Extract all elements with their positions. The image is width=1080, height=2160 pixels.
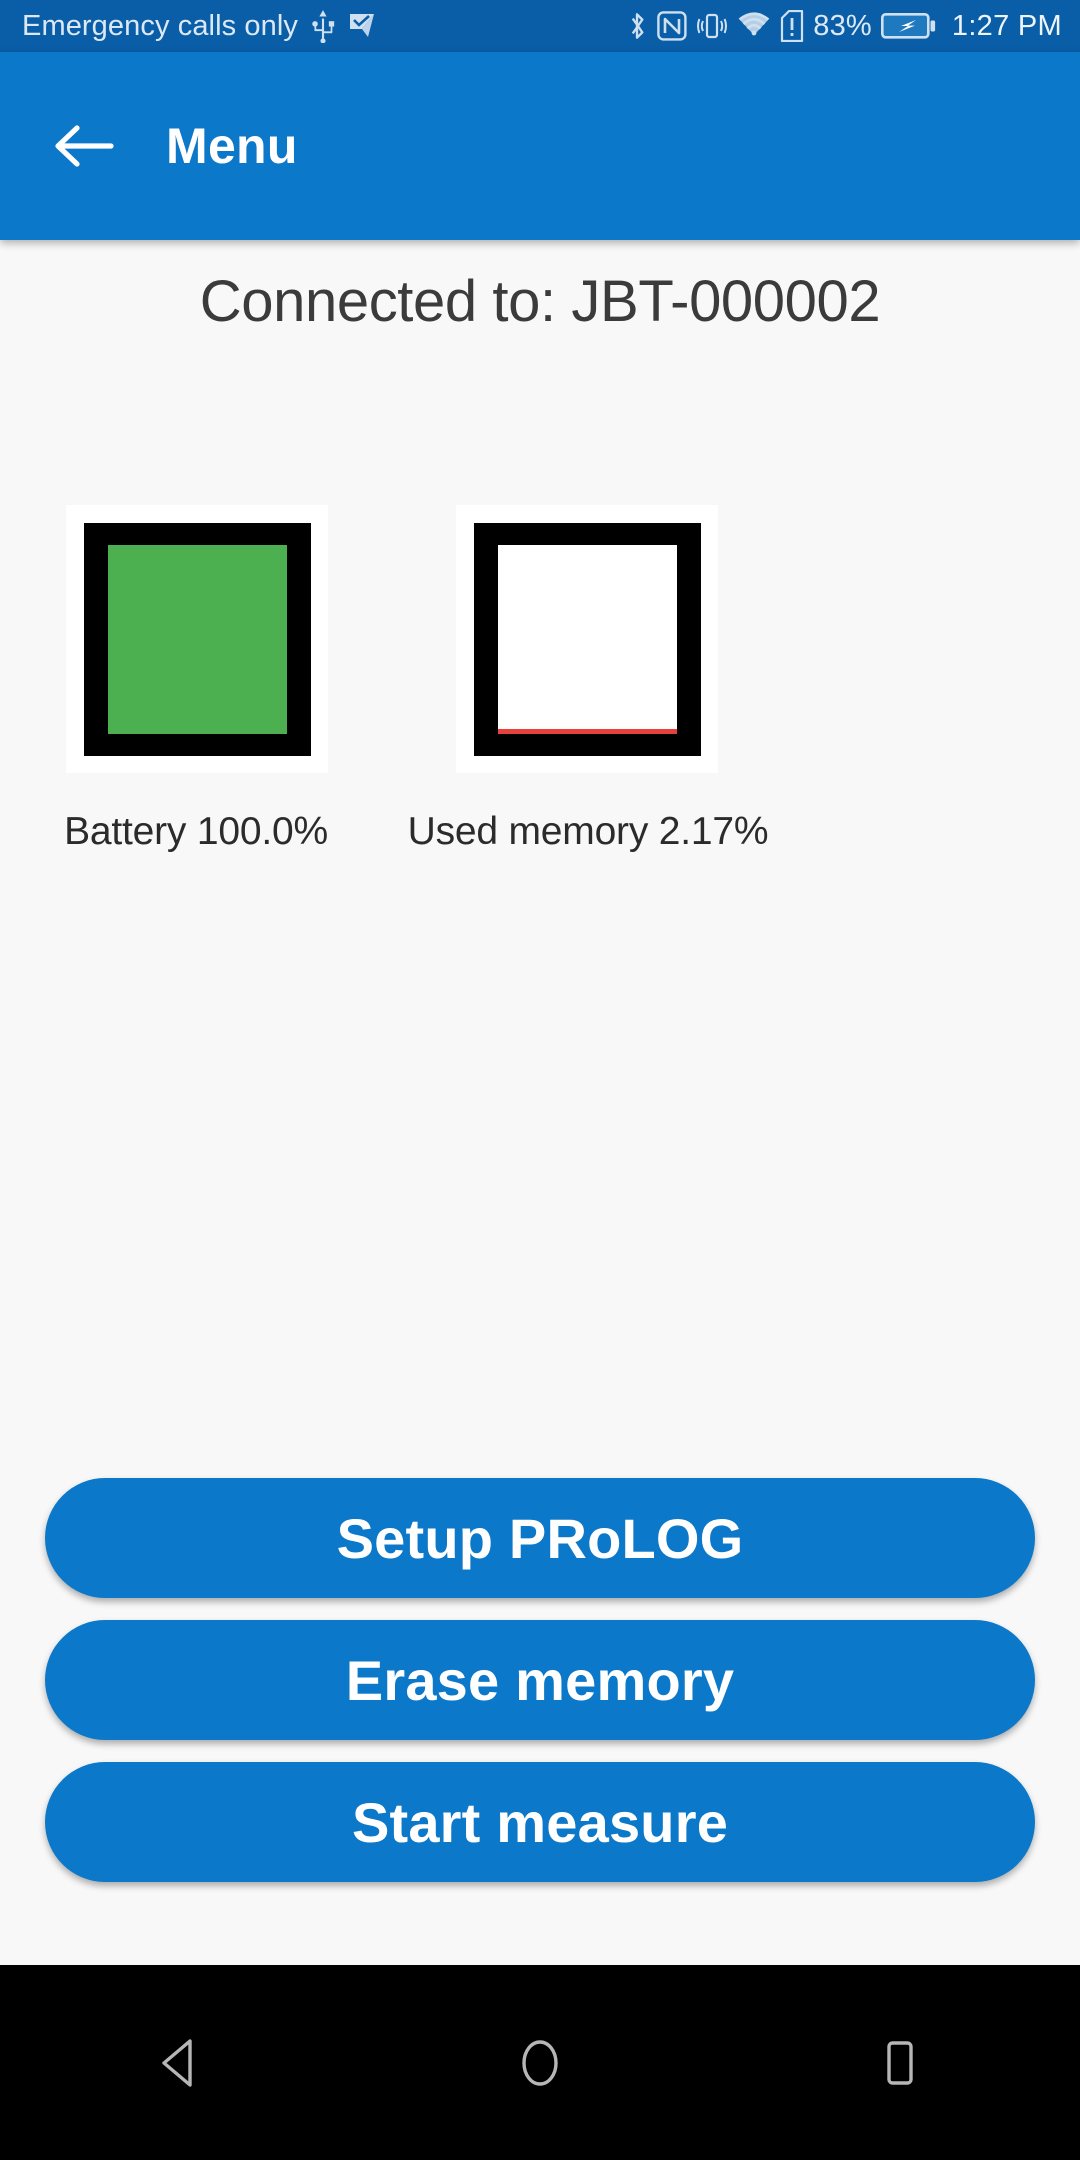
clock-label: 1:27 PM bbox=[951, 9, 1062, 42]
app-bar: Menu bbox=[0, 52, 1080, 240]
battery-percent-label: 83% bbox=[813, 9, 872, 42]
phone-screen: Emergency calls only 83% 1:27 PM Menu Co… bbox=[0, 0, 1080, 2160]
sim-alert-icon bbox=[781, 10, 804, 42]
usb-icon bbox=[312, 10, 335, 43]
memory-gauge-frame bbox=[473, 522, 701, 756]
arrow-left-icon bbox=[55, 125, 114, 167]
battery-gauge-frame bbox=[83, 522, 311, 756]
android-nav-bar bbox=[0, 1965, 1080, 2160]
battery-gauge-track bbox=[107, 544, 287, 734]
connection-status-label: Connected to: JBT-000002 bbox=[199, 269, 881, 334]
nav-home-icon bbox=[522, 2039, 558, 2086]
bluetooth-icon bbox=[632, 13, 644, 39]
memory-gauge bbox=[456, 505, 718, 773]
wifi-icon bbox=[738, 12, 770, 36]
nav-back-icon bbox=[162, 2038, 192, 2087]
memory-gauge-fill bbox=[497, 729, 677, 734]
setup-prolog-button[interactable]: Setup PRoLOG bbox=[45, 1478, 1035, 1598]
memory-gauge-label: Used memory 2.17% bbox=[407, 810, 769, 853]
status-bar-left: Emergency calls only bbox=[0, 9, 376, 43]
start-measure-button[interactable]: Start measure bbox=[45, 1762, 1035, 1882]
erase-memory-button[interactable]: Erase memory bbox=[45, 1620, 1035, 1740]
nav-recents-button[interactable] bbox=[825, 2003, 975, 2123]
vibrate-icon bbox=[697, 13, 728, 39]
nav-home-button[interactable] bbox=[465, 2003, 615, 2123]
status-bar: Emergency calls only 83% 1:27 PM bbox=[0, 0, 1080, 52]
vpn-key-icon bbox=[350, 14, 374, 37]
gauges-row: Battery 100.0% Used memory 2.17% bbox=[0, 505, 1080, 905]
nav-recents-icon bbox=[887, 2040, 913, 2085]
status-bar-right: 83% 1:27 PM bbox=[626, 9, 1080, 43]
back-button[interactable] bbox=[36, 98, 132, 194]
page-title: Menu bbox=[166, 118, 298, 174]
battery-gauge-label: Battery 100.0% bbox=[64, 810, 328, 853]
battery-gauge bbox=[66, 505, 328, 773]
battery-charging-icon bbox=[880, 13, 935, 39]
memory-gauge-track bbox=[497, 544, 677, 734]
nav-back-button[interactable] bbox=[105, 2003, 255, 2123]
battery-gauge-fill bbox=[107, 544, 287, 734]
nfc-icon bbox=[657, 11, 687, 41]
carrier-label: Emergency calls only bbox=[22, 9, 298, 42]
main-content: Connected to: JBT-000002 Battery 100.0% … bbox=[0, 240, 1080, 1965]
